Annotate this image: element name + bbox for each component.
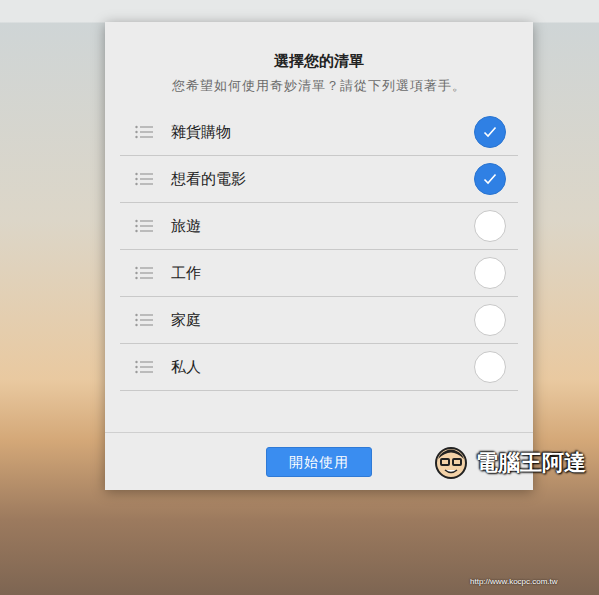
option-label: 想看的電影 <box>171 168 474 191</box>
option-label: 工作 <box>171 262 474 285</box>
option-label: 雜貨購物 <box>171 121 474 144</box>
option-checkbox[interactable] <box>474 257 506 289</box>
option-row[interactable]: 私人 <box>120 344 518 391</box>
mascot-face-icon <box>434 446 468 480</box>
dialog-footer: 開始使用 <box>105 432 533 490</box>
drag-handle-icon[interactable] <box>135 266 153 280</box>
option-label: 私人 <box>171 356 474 379</box>
drag-handle-icon[interactable] <box>135 172 153 186</box>
option-checkbox[interactable] <box>474 163 506 195</box>
option-label: 家庭 <box>171 309 474 332</box>
desktop-background: 選擇您的清單您希望如何使用奇妙清單？請從下列選項著手。雜貨購物想看的電影旅遊工作… <box>0 0 599 595</box>
option-checkbox[interactable] <box>474 116 506 148</box>
dialog-subtitle: 您希望如何使用奇妙清單？請從下列選項著手。 <box>172 77 466 95</box>
option-row[interactable]: 雜貨購物 <box>120 109 518 156</box>
checkmark-icon <box>483 126 497 138</box>
options-list: 雜貨購物想看的電影旅遊工作家庭私人 <box>120 109 518 391</box>
dialog-title: 選擇您的清單 <box>274 51 364 71</box>
option-row[interactable]: 想看的電影 <box>120 156 518 203</box>
option-row[interactable]: 工作 <box>120 250 518 297</box>
drag-handle-icon[interactable] <box>135 219 153 233</box>
watermark: 電腦王阿達 <box>434 446 586 480</box>
option-checkbox[interactable] <box>474 351 506 383</box>
option-row[interactable]: 旅遊 <box>120 203 518 250</box>
watermark-url: http://www.kocpc.com.tw <box>470 577 558 587</box>
drag-handle-icon[interactable] <box>135 125 153 139</box>
list-chooser-dialog: 選擇您的清單您希望如何使用奇妙清單？請從下列選項著手。雜貨購物想看的電影旅遊工作… <box>105 22 533 490</box>
drag-handle-icon[interactable] <box>135 313 153 327</box>
option-label: 旅遊 <box>171 215 474 238</box>
option-checkbox[interactable] <box>474 304 506 336</box>
option-row[interactable]: 家庭 <box>120 297 518 344</box>
start-button[interactable]: 開始使用 <box>266 447 372 477</box>
watermark-brand: 電腦王阿達 <box>476 450 586 476</box>
option-checkbox[interactable] <box>474 210 506 242</box>
drag-handle-icon[interactable] <box>135 360 153 374</box>
checkmark-icon <box>483 173 497 185</box>
dialog-header: 選擇您的清單您希望如何使用奇妙清單？請從下列選項著手。 <box>105 22 533 109</box>
